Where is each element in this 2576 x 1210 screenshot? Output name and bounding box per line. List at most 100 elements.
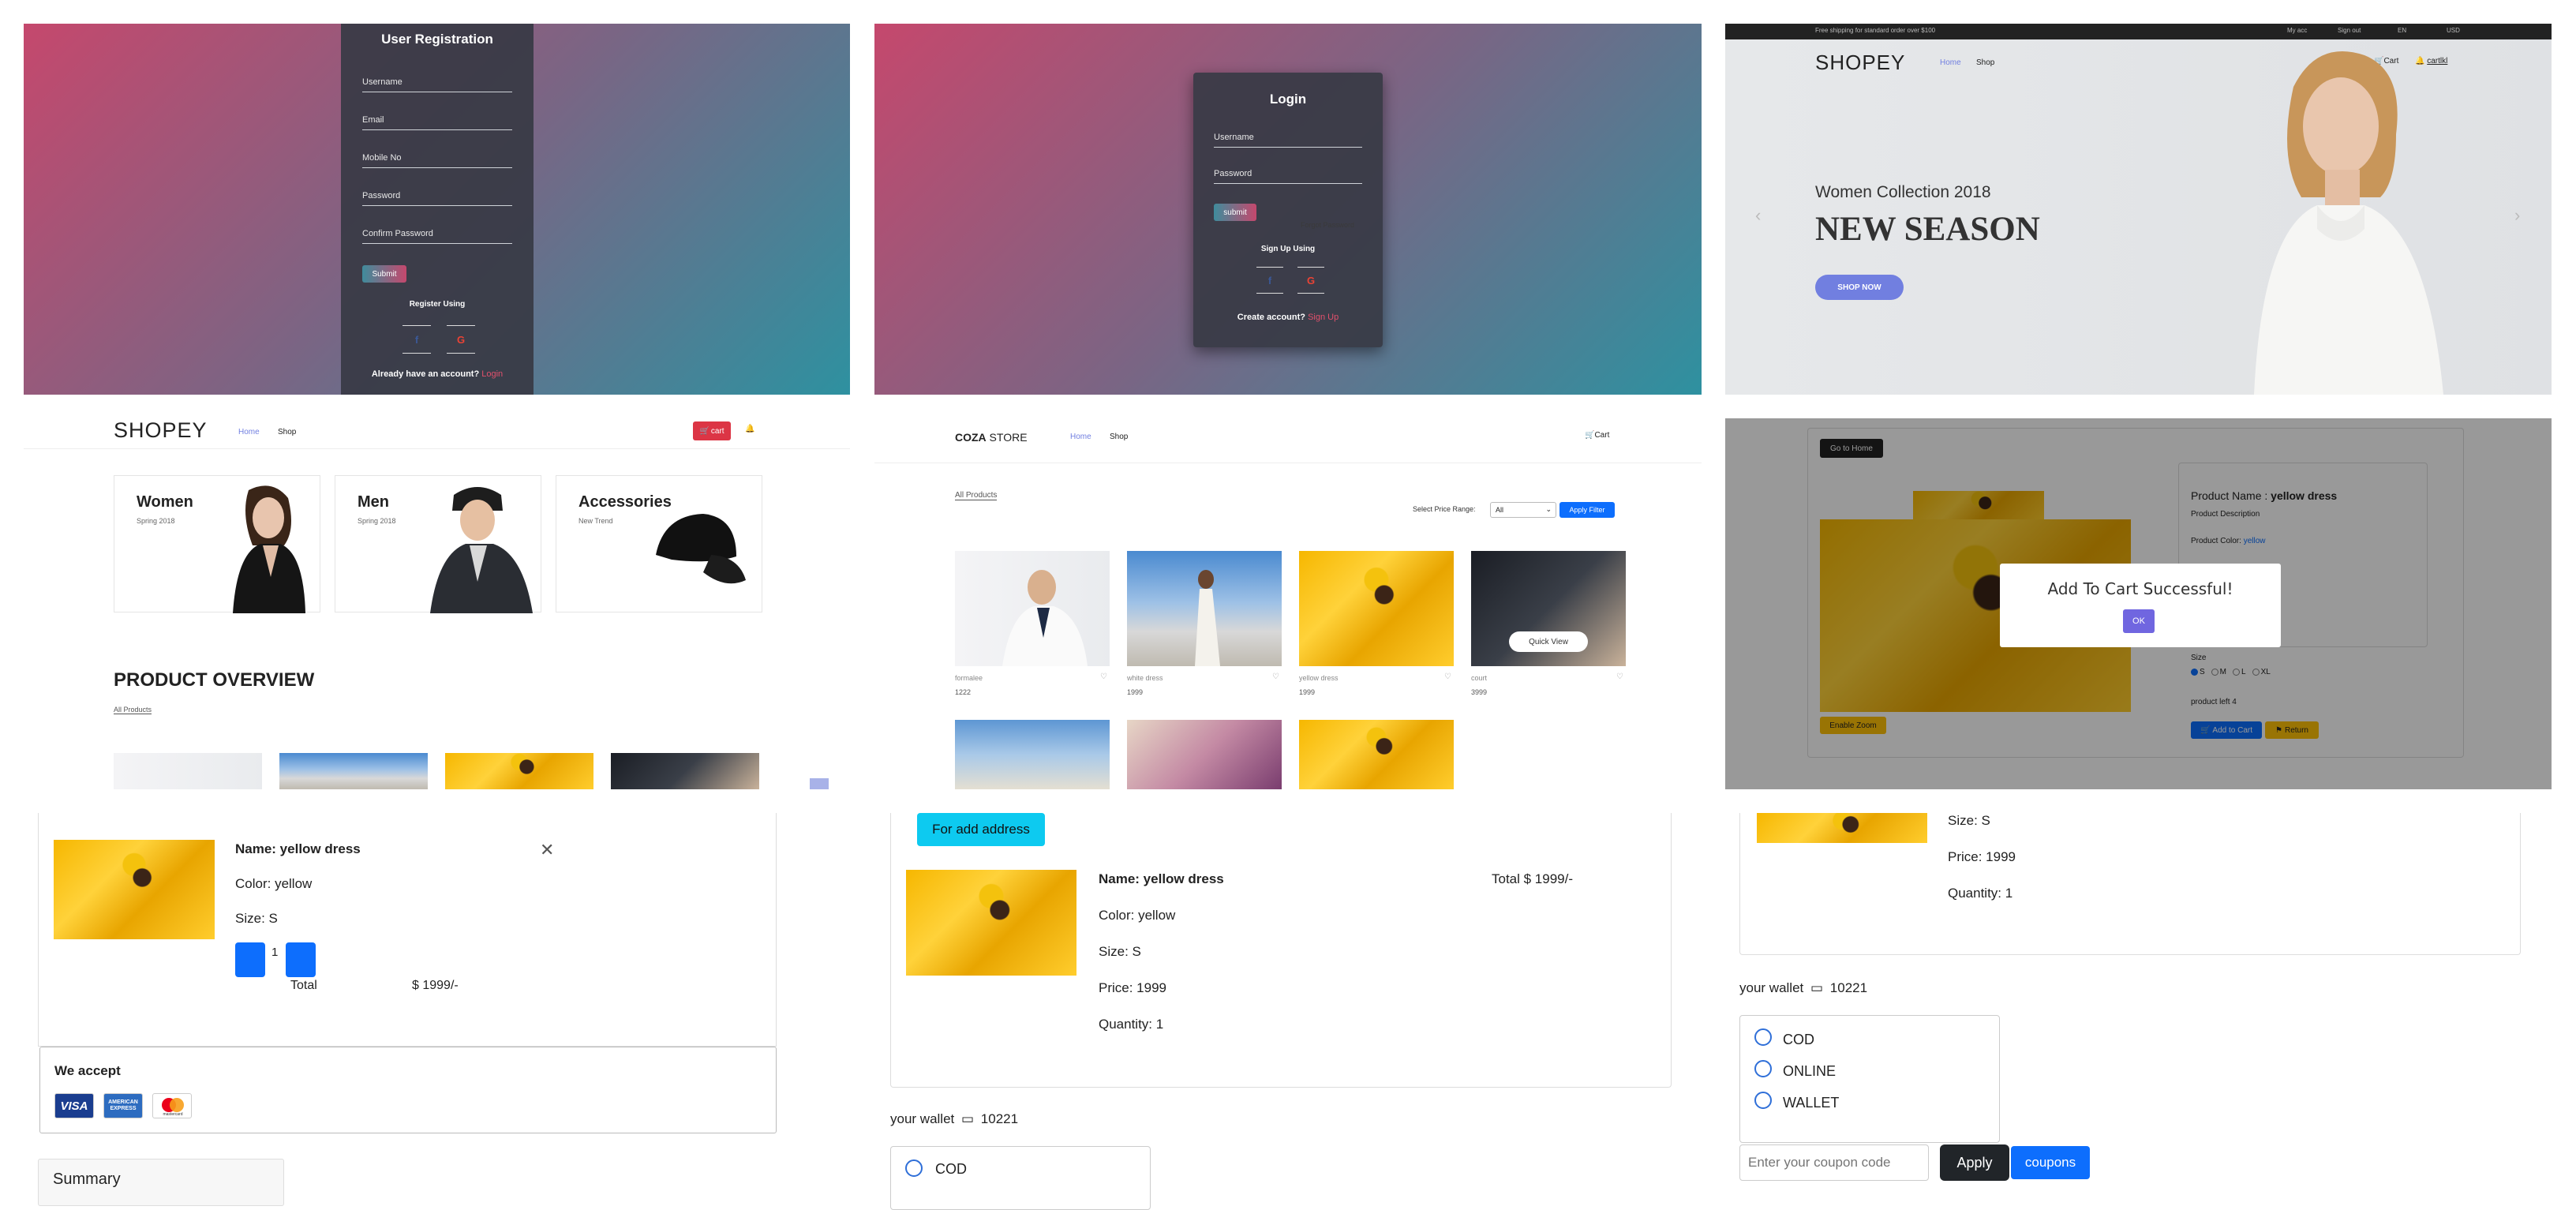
store-cart-link[interactable]: 🛒Cart xyxy=(1585,431,1609,440)
home-brand[interactable]: SHOPEY xyxy=(114,418,208,443)
checkout-item-color: Color: yellow xyxy=(1099,908,1176,923)
modal-message: Add To Cart Successful! xyxy=(2047,579,2233,598)
apply-filter-button[interactable]: Apply Filter xyxy=(1559,502,1615,518)
product-image[interactable] xyxy=(955,720,1110,789)
home-nav-home[interactable]: Home xyxy=(238,428,260,436)
payment-panel: Size: S Price: 1999 Quantity: 1 your wal… xyxy=(1725,813,2552,1210)
email-field[interactable]: Email xyxy=(362,115,512,130)
login-link[interactable]: Login xyxy=(481,369,503,379)
visa-icon: VISA xyxy=(54,1093,94,1118)
my-account-link[interactable]: My acc xyxy=(2287,27,2307,34)
decrease-qty-button[interactable] xyxy=(235,942,265,977)
login-google-icon[interactable]: G xyxy=(1297,267,1324,294)
home-nav-shop[interactable]: Shop xyxy=(278,428,296,436)
mastercard-label: mastercard xyxy=(163,1112,183,1117)
password-field[interactable]: Password xyxy=(362,191,512,206)
hero-nav-shop[interactable]: Shop xyxy=(1976,58,1994,67)
coupons-button[interactable]: coupons xyxy=(2011,1146,2090,1179)
product-thumb[interactable] xyxy=(611,753,759,789)
product-name[interactable]: yellow dress xyxy=(1299,674,1339,682)
hero-nav-home[interactable]: Home xyxy=(1940,58,1961,67)
product-name[interactable]: court xyxy=(1471,674,1487,682)
wallet-radio[interactable] xyxy=(1754,1092,1772,1109)
heart-icon[interactable]: ♡ xyxy=(1616,672,1623,681)
store-nav-shop[interactable]: Shop xyxy=(1110,433,1128,441)
username-field[interactable]: Username xyxy=(362,77,512,92)
quick-view-button[interactable]: Quick View xyxy=(1509,631,1588,652)
all-products-tab[interactable]: All Products xyxy=(114,706,152,714)
slider-prev-arrow[interactable]: ‹ xyxy=(1755,205,1761,226)
sign-out-link[interactable]: Sign out xyxy=(2338,27,2361,34)
product-name[interactable]: white dress xyxy=(1127,674,1163,682)
order-item-price: Price: 1999 xyxy=(1948,849,2016,864)
product-name[interactable]: formalee xyxy=(955,674,983,682)
heart-icon[interactable]: ♡ xyxy=(1100,672,1107,681)
heart-icon[interactable]: ♡ xyxy=(1444,672,1451,681)
cart-panel: Name: yellow dress ✕ Color: yellow Size:… xyxy=(24,813,850,1210)
home-cart-button[interactable]: 🛒 cart xyxy=(693,421,731,440)
store-all-products-tab[interactable]: All Products xyxy=(955,491,998,500)
checkout-total: Total $ 1999/- xyxy=(1492,871,1574,886)
shop-now-button[interactable]: SHOP NOW xyxy=(1815,275,1904,300)
online-radio[interactable] xyxy=(1754,1060,1772,1077)
forgot-password-link[interactable]: Forgot Password xyxy=(1301,221,1354,229)
cod-radio[interactable] xyxy=(905,1159,923,1177)
summary-title: Summary xyxy=(53,1171,121,1188)
coupon-input[interactable] xyxy=(1739,1144,1929,1181)
product-image[interactable] xyxy=(1127,720,1282,789)
product-thumb[interactable] xyxy=(279,753,428,789)
create-account: Create account? Sign Up xyxy=(1193,313,1383,322)
mobile-field[interactable]: Mobile No xyxy=(362,153,512,168)
product-image-white-dress[interactable] xyxy=(1127,551,1282,666)
registration-panel: User Registration Username Email Mobile … xyxy=(24,24,850,395)
login-panel: Login Username Password submit Forgot Pa… xyxy=(874,24,1702,395)
amex-label: AMERICAN EXPRESS xyxy=(108,1099,138,1111)
home-bell-icon[interactable]: 🔔 xyxy=(745,425,754,433)
category-sub: Spring 2018 xyxy=(358,517,396,525)
facebook-icon[interactable]: f xyxy=(402,325,431,354)
login-submit-button[interactable]: submit xyxy=(1214,204,1256,221)
shipping-notice: Free shipping for standard order over $1… xyxy=(1815,27,1936,34)
product-image-court[interactable]: Quick View xyxy=(1471,551,1626,666)
product-thumb[interactable] xyxy=(114,753,262,789)
hero-brand[interactable]: SHOPEY xyxy=(1815,51,1905,75)
cod-radio[interactable] xyxy=(1754,1028,1772,1046)
confirm-password-field[interactable]: Confirm Password xyxy=(362,229,512,244)
checkout-wallet: your wallet ▭ 10221 xyxy=(890,1111,1018,1127)
chevron-down-icon: ⌄ xyxy=(1545,505,1552,513)
store-nav-home[interactable]: Home xyxy=(1070,433,1091,441)
product-image-yellow-dress[interactable] xyxy=(1299,551,1454,666)
scroll-top-button[interactable] xyxy=(810,778,829,789)
wallet-label: your wallet xyxy=(1739,980,1804,995)
login-password-field[interactable]: Password xyxy=(1214,169,1362,184)
product-price: 1999 xyxy=(1299,688,1316,696)
checkout-item-size: Size: S xyxy=(1099,944,1141,959)
heart-icon[interactable]: ♡ xyxy=(1272,672,1279,681)
product-image[interactable] xyxy=(1299,720,1454,789)
submit-button[interactable]: Submit xyxy=(362,265,406,283)
increase-qty-button[interactable] xyxy=(286,942,316,977)
cart-item-close-icon[interactable]: ✕ xyxy=(540,840,554,860)
add-address-button[interactable]: For add address xyxy=(917,813,1045,846)
language-select[interactable]: EN xyxy=(2398,27,2406,34)
product-thumb[interactable] xyxy=(445,753,593,789)
store-brand[interactable]: COZA STORE xyxy=(955,431,1028,444)
slider-next-arrow[interactable]: › xyxy=(2514,205,2520,226)
product-image-formalee[interactable] xyxy=(955,551,1110,666)
category-card-women[interactable]: Women Spring 2018 xyxy=(114,475,320,613)
price-range-value: All xyxy=(1496,506,1504,514)
cod-label: COD xyxy=(1783,1032,1814,1047)
apply-coupon-button[interactable]: Apply xyxy=(1940,1144,2009,1181)
cap-image xyxy=(656,514,746,584)
signup-link[interactable]: Sign Up xyxy=(1308,313,1339,322)
modal-ok-button[interactable]: OK xyxy=(2123,609,2155,633)
price-range-select[interactable]: All ⌄ xyxy=(1490,502,1556,518)
wallet-label: your wallet xyxy=(890,1111,955,1126)
login-facebook-icon[interactable]: f xyxy=(1256,267,1283,294)
category-name: Women xyxy=(137,493,193,511)
google-icon[interactable]: G xyxy=(447,325,475,354)
login-username-field[interactable]: Username xyxy=(1214,133,1362,148)
category-card-accessories[interactable]: Accessories New Trend xyxy=(556,475,762,612)
category-card-men[interactable]: Men Spring 2018 xyxy=(335,475,541,613)
currency-select[interactable]: USD xyxy=(2447,27,2460,34)
